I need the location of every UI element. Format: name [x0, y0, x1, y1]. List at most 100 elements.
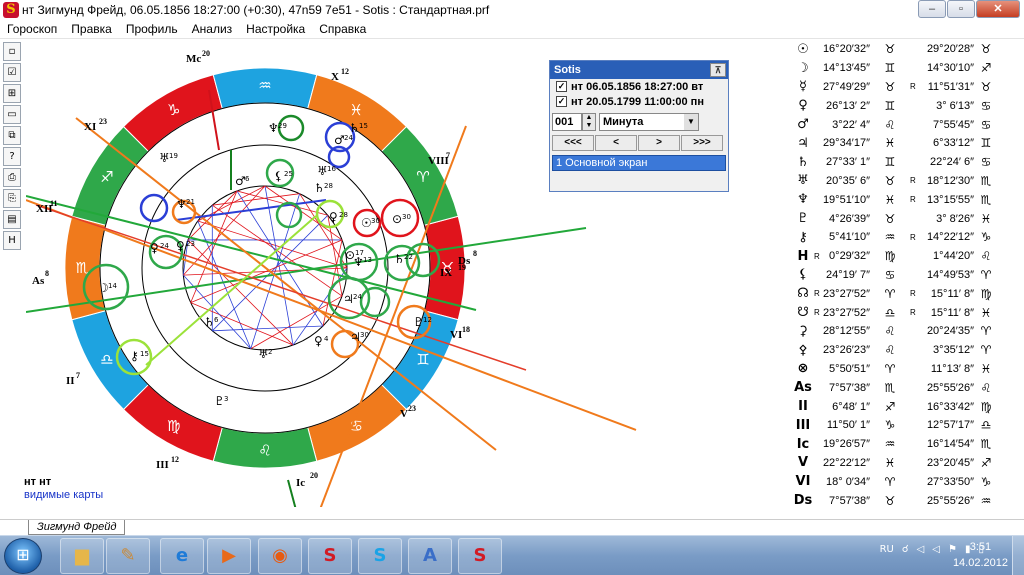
close-button[interactable]: ✕ — [976, 0, 1020, 18]
planet-glyph-icon[interactable]: ♀ — [314, 334, 323, 348]
menu-settings[interactable]: Настройка — [239, 22, 312, 36]
skype-icon[interactable]: S — [358, 538, 402, 574]
planet-row[interactable]: ☉ 16°20′32″ ♉ 29°20′28″ ♉ — [792, 40, 1024, 59]
position-natal: 27°33′ 1″ — [826, 156, 870, 169]
planet-degree: 24 — [344, 134, 353, 142]
sign-natal-icon: ♋ — [884, 267, 896, 282]
start-button[interactable]: ⊞ — [4, 538, 42, 574]
step-unit-select[interactable]: Минута ▼ — [599, 113, 699, 131]
planet-glyph-icon: Ic — [796, 436, 810, 452]
planet-row[interactable]: ♇ 4°26′39″ ♉ 3° 8′26″ ♓ — [792, 209, 1024, 228]
media-player-icon[interactable]: ▶ — [207, 538, 251, 574]
house-5-label: V — [400, 408, 408, 420]
menu-profile[interactable]: Профиль — [119, 22, 185, 36]
sotis-panel[interactable]: Sotis ⊼ ✓ нт 06.05.1856 18:27:00 вт ✓ нт… — [549, 60, 729, 192]
planet-row[interactable]: ⚸ 24°19′ 7″ ♋ 14°49′53″ ♈ — [792, 266, 1024, 285]
planet-row[interactable]: ♃ 29°34′17″ ♓ 6°33′12″ ♊ — [792, 134, 1024, 153]
clock[interactable]: 3:51 14.02.2012 — [953, 539, 1008, 571]
retrograde-flag: R — [814, 289, 820, 299]
planet-row[interactable]: ⚴ 23°26′23″ ♌ 3°35′12″ ♈ — [792, 341, 1024, 360]
minimize-button[interactable]: ‒ — [918, 0, 946, 18]
planet-row[interactable]: Ic 19°26′57″ ♒ 16°14′54″ ♏ — [792, 435, 1024, 454]
planet-row[interactable]: ⚳ 28°12′55″ ♌ 20°24′35″ ♈ — [792, 322, 1024, 341]
planet-row[interactable]: ♅ 20°35′ 6″ ♉ R 18°12′30″ ♏ — [792, 172, 1024, 191]
position-natal: 7°57′38″ — [829, 494, 870, 507]
page-icon[interactable]: ▭ — [3, 105, 21, 124]
sign-second-icon: ♋ — [980, 98, 992, 113]
planet-row[interactable]: As 7°57′38″ ♏ 25°55′26″ ♌ — [792, 378, 1024, 397]
wordpad-icon[interactable]: A — [408, 538, 452, 574]
planet-row[interactable]: ☽ 14°13′45″ ♊ 14°30′10″ ♐ — [792, 59, 1024, 78]
planet-row[interactable]: ♀ 26°13′ 2″ ♊ 3° 6′13″ ♋ — [792, 96, 1024, 115]
firefox-icon[interactable]: ◉ — [258, 538, 302, 574]
back-fast-button[interactable]: <<< — [552, 135, 594, 151]
planet-row[interactable]: ⚷ 5°41′10″ ♒ R 14°22′12″ ♑ — [792, 228, 1024, 247]
house-10-label: X — [331, 71, 339, 83]
planet-row[interactable]: III 11°50′ 1″ ♑ 12°57′17″ ♎ — [792, 416, 1024, 435]
chart-row-second[interactable]: ✓ нт 20.05.1799 11:00:00 пн — [550, 94, 728, 109]
horizontal-scrollbar[interactable] — [0, 507, 1024, 519]
planet-row[interactable]: ☋ R 23°27′52″ ♎ R 15°11′ 8″ ♓ — [792, 303, 1024, 322]
menu-analysis[interactable]: Анализ — [185, 22, 240, 36]
explorer-icon[interactable]: ▆ — [60, 538, 104, 574]
new-chart-icon[interactable]: ▫ — [3, 42, 21, 61]
sotis-icon-2[interactable]: S — [458, 538, 502, 574]
sotis-panel-header[interactable]: Sotis ⊼ — [550, 61, 728, 79]
screen-select[interactable]: 1 Основной экран — [552, 155, 726, 171]
menu-help[interactable]: Справка — [312, 22, 373, 36]
sotis-icon[interactable]: S — [308, 538, 352, 574]
network-icon[interactable]: ☌ — [902, 544, 909, 555]
planet-glyph-icon[interactable]: ♀ — [176, 239, 185, 253]
menu-horoscope[interactable]: Гороскоп — [0, 22, 64, 36]
checkbox-second[interactable]: ✓ — [556, 96, 567, 107]
planet-row[interactable]: ♆ 19°51′10″ ♓ R 13°15′55″ ♏ — [792, 190, 1024, 209]
planet-row[interactable]: ☿ 27°49′29″ ♉ R 11°51′31″ ♉ — [792, 78, 1024, 97]
planet-row[interactable]: ⊗ 5°50′51″ ♈ 11°13′ 8″ ♓ — [792, 360, 1024, 379]
help-icon[interactable]: ? — [3, 147, 21, 166]
back-button[interactable]: < — [595, 135, 637, 151]
planet-row[interactable]: II 6°48′ 1″ ♐ 16°33′42″ ♍ — [792, 397, 1024, 416]
planet-row[interactable]: H R 0°29′32″ ♍ 1°44′20″ ♌ — [792, 247, 1024, 266]
planet-row[interactable]: ♂ 3°22′ 4″ ♌ 7°55′45″ ♋ — [792, 115, 1024, 134]
paint-icon[interactable]: ✎ — [106, 538, 150, 574]
step-value-input[interactable]: 001 — [552, 113, 582, 131]
pin-icon[interactable]: ⊼ — [710, 63, 726, 77]
planet-glyph-icon[interactable]: ⊙ — [392, 212, 402, 226]
position-second: 3° 8′26″ — [936, 212, 974, 225]
position-natal: 29°34′17″ — [822, 137, 870, 150]
forward-button[interactable]: > — [638, 135, 680, 151]
planet-glyph-icon: ♃ — [797, 135, 809, 151]
copy-icon[interactable]: ⧉ — [3, 126, 21, 145]
menu-edit[interactable]: Правка — [64, 22, 119, 36]
sign-natal-icon: ♉ — [884, 173, 896, 188]
clock-date: 14.02.2012 — [952, 557, 1008, 569]
planet-glyph-icon[interactable]: ♀ — [329, 210, 338, 224]
add-icon[interactable]: ⊞ — [3, 84, 21, 103]
planet-glyph-icon[interactable]: ⚷ — [130, 349, 139, 363]
volume-icon[interactable]: ◁ — [917, 544, 925, 555]
print-icon[interactable]: ⎙ — [3, 168, 21, 187]
show-desktop-button[interactable] — [1012, 536, 1024, 575]
forward-fast-button[interactable]: >>> — [681, 135, 723, 151]
tab-sigmund-freud[interactable]: Зигмунд Фрейд — [28, 520, 126, 535]
planet-row[interactable]: ♄ 27°33′ 1″ ♊ 22°24′ 6″ ♋ — [792, 153, 1024, 172]
chart-row-natal[interactable]: ✓ нт 06.05.1856 18:27:00 вт — [550, 79, 728, 94]
checkbox-natal[interactable]: ✓ — [556, 81, 567, 92]
sign-natal-icon: ♉ — [884, 42, 896, 57]
volume-muted-icon[interactable]: ◁ — [932, 544, 940, 555]
ie-icon[interactable]: e — [160, 538, 204, 574]
sign-natal-icon: ♍ — [884, 249, 896, 264]
planet-row[interactable]: V 22°22′12″ ♓ 23°20′45″ ♐ — [792, 454, 1024, 473]
planet-row[interactable]: ☊ R 23°27′52″ ♈ R 15°11′ 8″ ♍ — [792, 284, 1024, 303]
planet-glyph-icon[interactable]: ⚸ — [274, 169, 283, 183]
grid-icon[interactable]: ▤ — [3, 210, 21, 229]
checklist-icon[interactable]: ☑ — [3, 63, 21, 82]
language-indicator[interactable]: RU — [880, 544, 894, 555]
step-spinner[interactable]: ▲ ▼ — [582, 113, 596, 131]
print-preview-icon[interactable]: ⎘ — [3, 189, 21, 208]
uranus-icon[interactable]: H — [3, 231, 21, 250]
planet-row[interactable]: VI 18° 0′34″ ♈ 27°33′50″ ♑ — [792, 472, 1024, 491]
planet-glyph-icon[interactable]: ♀ — [150, 241, 159, 255]
legend-visible-charts[interactable]: видимые карты — [24, 489, 103, 501]
maximize-button[interactable]: ▫ — [947, 0, 975, 18]
